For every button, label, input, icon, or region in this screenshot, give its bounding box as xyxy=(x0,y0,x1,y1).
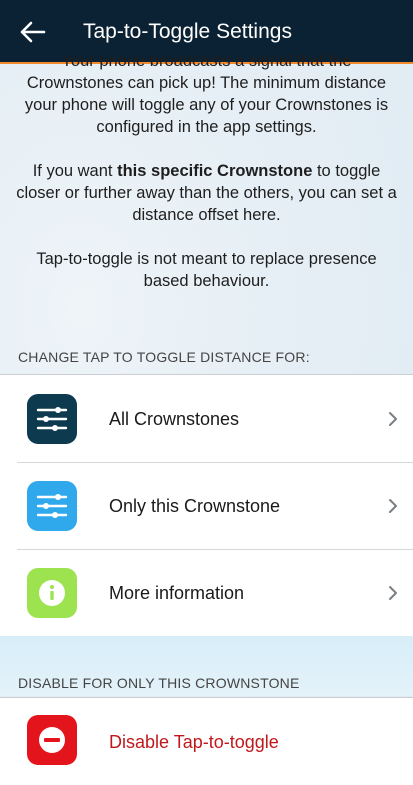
row-label: Disable Tap-to-toggle xyxy=(109,732,279,752)
sliders-icon xyxy=(27,481,77,531)
only-this-crownstone-row[interactable]: Only this Crownstone xyxy=(0,462,413,549)
row-label: Only this Crownstone xyxy=(109,496,281,516)
intro-paragraph-3: Tap-to-toggle is not meant to replace pr… xyxy=(36,250,377,290)
back-arrow-icon[interactable] xyxy=(18,18,50,46)
row-label: All Crownstones xyxy=(109,409,240,429)
distance-options-list: All Crownstones Only this Crownstone Mor… xyxy=(0,374,413,637)
info-icon xyxy=(27,568,77,618)
page-title: Tap-to-Toggle Settings xyxy=(83,20,292,43)
distance-section-header: CHANGE TAP TO TOGGLE DISTANCE FOR: xyxy=(18,349,310,365)
intro-text: Your phone broadcasts a signal that the … xyxy=(14,52,399,292)
specific-crownstone-emphasis: this specific Crownstone xyxy=(117,162,313,180)
disable-section-header: DISABLE FOR ONLY THIS CROWNSTONE xyxy=(18,675,300,691)
intro-paragraph-1: Your phone broadcasts a signal that the … xyxy=(24,52,389,136)
chevron-right-icon xyxy=(387,498,399,514)
all-crownstones-row[interactable]: All Crownstones xyxy=(0,375,413,462)
more-information-row[interactable]: More information xyxy=(0,549,413,636)
row-label: More information xyxy=(109,583,245,603)
chevron-right-icon xyxy=(387,585,399,601)
minus-circle-icon xyxy=(27,715,77,765)
intro-paragraph-2: If you want this specific Crownstone to … xyxy=(16,162,397,224)
chevron-right-icon xyxy=(387,411,399,427)
disable-options-list: Disable Tap-to-toggle xyxy=(0,697,413,785)
disable-tap-to-toggle-row[interactable]: Disable Tap-to-toggle xyxy=(0,698,413,785)
sliders-icon xyxy=(27,394,77,444)
